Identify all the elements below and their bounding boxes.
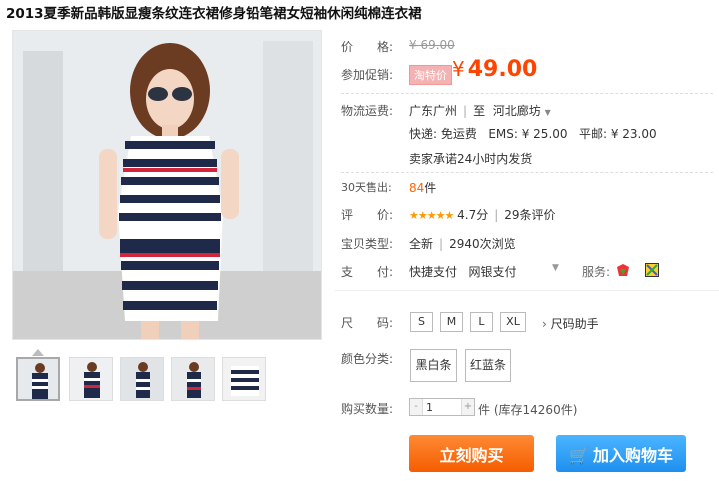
- product-title: 2013夏季新品韩版显瘦条纹连衣裙修身铅笔裙女短袖休闲纯棉连衣裙: [6, 6, 422, 22]
- shipping-from: 广东广州: [409, 104, 458, 118]
- shipping-promise: 卖家承诺24小时内发货: [409, 152, 533, 166]
- thumbnail-2[interactable]: [69, 357, 113, 401]
- service-guarantee-icon[interactable]: [616, 262, 630, 276]
- promo-label: 参加促销:: [341, 68, 394, 82]
- view-count: 2940次浏览: [449, 237, 516, 251]
- thumbnail-pointer-icon: [32, 349, 44, 356]
- rating-score: 4.7分: [457, 208, 489, 222]
- sales-label: 30天售出:: [341, 181, 392, 194]
- size-helper-text: 尺码助手: [550, 317, 599, 331]
- express-fee: 快递: 免运费: [409, 127, 477, 141]
- original-price: ¥ 69.00: [409, 38, 455, 52]
- service-label: 服务:: [582, 265, 611, 279]
- shipping-destination-dropdown[interactable]: 河北廊坊: [493, 104, 541, 118]
- price-label: 价 格:: [341, 40, 394, 54]
- promo-price-value: 49.00: [467, 57, 538, 82]
- shipping-fees: 快递: 免运费 EMS: ¥ 25.00 平邮: ¥ 23.00: [409, 125, 657, 142]
- thumbnail-3[interactable]: [120, 357, 164, 401]
- shipping-label: 物流运费:: [341, 104, 394, 118]
- stock-count: (库存14260件): [493, 403, 578, 417]
- section-divider: [335, 290, 719, 291]
- promo-price: ¥49.00: [452, 57, 537, 82]
- ems-fee: EMS: ¥ 25.00: [488, 127, 568, 141]
- add-to-cart-label: 加入购物车: [592, 445, 673, 465]
- mail-fee: 平邮: ¥ 23.00: [578, 127, 657, 141]
- sales-count: 84件: [409, 179, 436, 196]
- size-option-m[interactable]: M: [440, 312, 463, 332]
- sales-unit: 件: [424, 181, 437, 195]
- payment-label: 支 付:: [341, 265, 394, 279]
- rating-label: 评 价:: [341, 208, 394, 222]
- size-option-l[interactable]: L: [470, 312, 493, 332]
- shipping-to-prefix: 至: [473, 104, 486, 118]
- payment-methods: 快捷支付 网银支付: [409, 263, 516, 280]
- color-option-red-blue[interactable]: 红蓝条: [465, 349, 511, 382]
- service-credit-card-icon[interactable]: [645, 262, 659, 277]
- quantity-stepper: - +: [409, 398, 475, 416]
- color-label: 颜色分类:: [341, 352, 394, 366]
- thumbnail-1[interactable]: [16, 357, 60, 401]
- shopping-cart-icon: 🛒: [569, 445, 589, 465]
- color-option-black-white[interactable]: 黑白条: [410, 349, 457, 382]
- stock-info: 件 (库存14260件): [478, 401, 577, 418]
- rating-value: ★★★★★ 4.7分 | 29条评价: [409, 208, 556, 222]
- shipping-route: 广东广州 | 至 河北廊坊 ▼: [409, 104, 551, 118]
- review-count-link[interactable]: 29条评价: [504, 208, 555, 222]
- star-rating-icon: ★★★★★: [409, 209, 454, 222]
- sales-number: 84: [409, 181, 425, 195]
- item-type-value: 全新 | 2940次浏览: [409, 237, 516, 251]
- quantity-increment-button[interactable]: +: [461, 399, 474, 415]
- size-option-xl[interactable]: XL: [500, 312, 526, 332]
- size-helper-link[interactable]: › 尺码助手: [542, 315, 599, 332]
- quantity-label: 购买数量:: [341, 402, 394, 416]
- payment-method-quick: 快捷支付: [409, 265, 458, 279]
- thumbnail-5[interactable]: [222, 357, 266, 401]
- currency-symbol: ¥: [452, 57, 465, 81]
- quantity-input[interactable]: [424, 399, 464, 415]
- divider: [341, 172, 713, 173]
- main-product-image[interactable]: [12, 30, 322, 340]
- buy-now-button[interactable]: 立刻购买: [409, 435, 534, 472]
- item-condition: 全新: [409, 237, 434, 251]
- thumbnail-4[interactable]: [171, 357, 215, 401]
- payment-dropdown-icon[interactable]: ▼: [552, 263, 559, 273]
- promo-tag-badge: 淘特价: [409, 65, 452, 85]
- divider: [341, 93, 713, 94]
- quantity-unit: 件: [478, 403, 491, 417]
- chevron-down-icon[interactable]: ▼: [545, 108, 551, 117]
- thumbnail-strip: [16, 357, 276, 403]
- payment-method-bank: 网银支付: [468, 265, 517, 279]
- size-option-s[interactable]: S: [410, 312, 433, 332]
- add-to-cart-button[interactable]: 🛒 加入购物车: [556, 435, 686, 472]
- chevron-right-icon: ›: [542, 317, 547, 331]
- size-label: 尺 码:: [341, 316, 394, 330]
- quantity-decrement-button[interactable]: -: [410, 399, 423, 415]
- item-type-label: 宝贝类型:: [341, 237, 394, 251]
